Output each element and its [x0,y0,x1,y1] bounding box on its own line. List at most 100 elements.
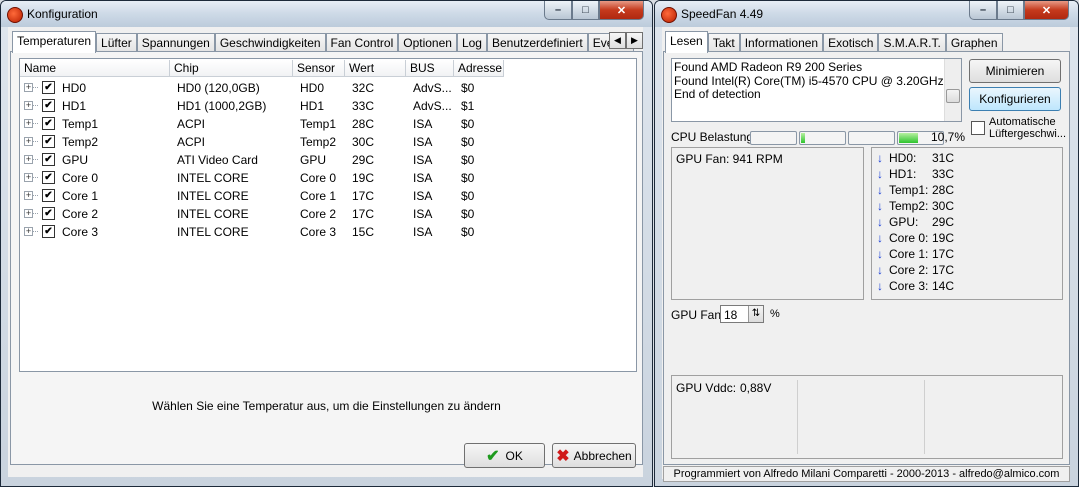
cell-sensor: Temp2 [300,135,337,149]
table-row[interactable]: + ✔ HD0 HD0 (120,0GB) HD0 32C AdvS... $0 [20,79,636,97]
konfiguration-tabs: Temperaturen Lüfter Spannungen Geschwindigk… [12,31,635,53]
row-checkbox[interactable]: ✔ [42,117,55,130]
table-row[interactable]: + ✔ HD1 HD1 (1000,2GB) HD1 33C AdvS... $1 [20,97,636,115]
tree-line [32,141,38,142]
configure-button[interactable]: Konfigurieren [969,87,1061,111]
down-arrow-icon: ↓ [877,231,883,245]
table-row[interactable]: + ✔ Temp1 ACPI Temp1 28C ISA $0 [20,115,636,133]
down-arrow-icon: ↓ [877,247,883,261]
tab-scroll-left-button[interactable]: ◀ [609,32,626,49]
tab-log[interactable]: Log [456,33,487,52]
log-scrollbar[interactable] [944,59,961,121]
row-checkbox[interactable]: ✔ [42,99,55,112]
row-checkbox[interactable]: ✔ [42,189,55,202]
cell-name: HD1 [62,99,87,113]
speedfan-maximize-button[interactable]: □ [997,1,1024,20]
column-header-adresse[interactable]: Adresse [454,60,504,77]
temperaturen-panel: Name Chip Sensor Wert BUS Adresse + ✔ HD0 HD0 (1… [10,51,643,465]
cell-bus: ISA [413,117,433,131]
speedfan-minimize-button[interactable]: – [969,1,997,20]
temp-label: HD1: [889,167,917,181]
tab-takt[interactable]: Takt [707,33,740,52]
table-row[interactable]: + ✔ GPU ATI Video Card GPU 29C ISA $0 [20,151,636,169]
tab-informationen[interactable]: Informationen [739,33,824,52]
cell-sensor: Core 0 [300,171,337,185]
tab-lüfter[interactable]: Lüfter [96,33,137,52]
cell-chip: ACPI [177,135,206,149]
tab-benutzerdefiniert[interactable]: Benutzerdefiniert [486,33,588,52]
tab-s-m-a-r-t[interactable]: S.M.A.R.T. [878,33,946,52]
tab-fan-control[interactable]: Fan Control [325,33,399,52]
cell-adresse: $0 [461,135,475,149]
row-checkbox[interactable]: ✔ [42,81,55,94]
row-checkbox[interactable]: ✔ [42,207,55,220]
column-header-wert[interactable]: Wert [345,60,406,77]
minimize-app-button[interactable]: Minimieren [969,59,1061,83]
speedfan-titlebar[interactable]: SpeedFan 4.49 – □ ✕ [655,1,1078,27]
konfiguration-titlebar[interactable]: Konfiguration – □ ✕ [1,1,652,27]
tab-lesen[interactable]: Lesen [665,31,708,53]
tab-optionen[interactable]: Optionen [398,33,457,52]
table-row[interactable]: + ✔ Temp2 ACPI Temp2 30C ISA $0 [20,133,636,151]
table-row[interactable]: + ✔ Core 0 INTEL CORE Core 0 19C ISA $0 [20,169,636,187]
auto-fan-checkbox[interactable] [971,121,985,135]
cell-adresse: $0 [461,81,475,95]
tab-geschwindigkeiten[interactable]: Geschwindigkeiten [214,33,326,52]
log-scrollbar-thumb[interactable] [946,89,960,103]
cell-adresse: $0 [461,117,475,131]
ok-button[interactable]: ✔ OK [464,443,545,468]
tab-exotisch[interactable]: Exotisch [823,33,879,52]
speedfan-close-button[interactable]: ✕ [1024,1,1069,20]
cell-wert: 17C [352,189,375,203]
detection-log[interactable]: Found AMD Radeon R9 200 Series Found Inte… [671,58,962,122]
down-arrow-icon: ↓ [877,279,883,293]
cell-sensor: Core 1 [300,189,337,203]
temperature-list[interactable]: Name Chip Sensor Wert BUS Adresse + ✔ HD0 HD0 (1… [19,58,637,372]
row-checkbox[interactable]: ✔ [42,153,55,166]
row-checkbox[interactable]: ✔ [42,135,55,148]
row-checkbox[interactable]: ✔ [42,225,55,238]
close-button[interactable]: ✕ [599,1,644,20]
speedfan-window: SpeedFan 4.49 – □ ✕ Lesen Takt Information… [654,0,1079,487]
temp-value: 19C [932,231,955,245]
cell-wert: 30C [352,135,375,149]
checkmark-icon: ✔ [486,447,500,465]
cell-adresse: $0 [461,225,475,239]
voltage-divider-1 [797,380,798,454]
cell-bus: ISA [413,189,433,203]
cell-wert: 15C [352,225,375,239]
row-checkbox[interactable]: ✔ [42,171,55,184]
tab-spannungen[interactable]: Spannungen [136,33,215,52]
konfiguration-title: Konfiguration [27,7,98,21]
column-header-sensor[interactable]: Sensor [293,60,345,77]
cell-wert: 19C [352,171,375,185]
spinner-icon[interactable]: ⇅ [748,306,763,322]
cell-name: GPU [62,153,89,167]
table-row[interactable]: + ✔ Core 2 INTEL CORE Core 2 17C ISA $0 [20,205,636,223]
maximize-button[interactable]: □ [572,1,599,20]
cpu-usage-label: CPU Belastung [671,130,754,144]
gpu-fan-speed-input[interactable]: 18 ⇅ [720,305,764,323]
minimize-button[interactable]: – [544,1,572,20]
cell-wert: 33C [352,99,375,113]
konfiguration-client: Temperaturen Lüfter Spannungen Geschwindigk… [8,27,643,477]
column-header-name[interactable]: Name [20,60,170,77]
table-row[interactable]: + ✔ Core 1 INTEL CORE Core 1 17C ISA $0 [20,187,636,205]
gpu-fan-speed-unit: % [770,308,780,320]
tab-graphen[interactable]: Graphen [945,33,1003,52]
tree-line [32,213,38,214]
cell-sensor: GPU [300,153,327,167]
tree-line [32,177,38,178]
table-row[interactable]: + ✔ Core 3 INTEL CORE Core 3 15C ISA $0 [20,223,636,241]
cpu-core-bar-fill [899,133,918,143]
cancel-button[interactable]: ✖ Abbrechen [552,443,636,468]
log-line: Found AMD Radeon R9 200 Series [674,60,863,74]
temp-value: 29C [932,215,955,229]
tab-scroll-right-button[interactable]: ▶ [626,32,643,49]
temperature-readings-group: ↓ HD0: 31C ↓ HD1: 33C ↓ Temp1: 28C ↓ Temp2: 30C ↓ GPU… [871,147,1063,300]
column-header-chip[interactable]: Chip [170,60,293,77]
tab-temperaturen[interactable]: Temperaturen [12,31,97,53]
temp-label: Core 2: [889,263,929,277]
column-header-bus[interactable]: BUS [406,60,454,77]
down-arrow-icon: ↓ [877,151,883,165]
